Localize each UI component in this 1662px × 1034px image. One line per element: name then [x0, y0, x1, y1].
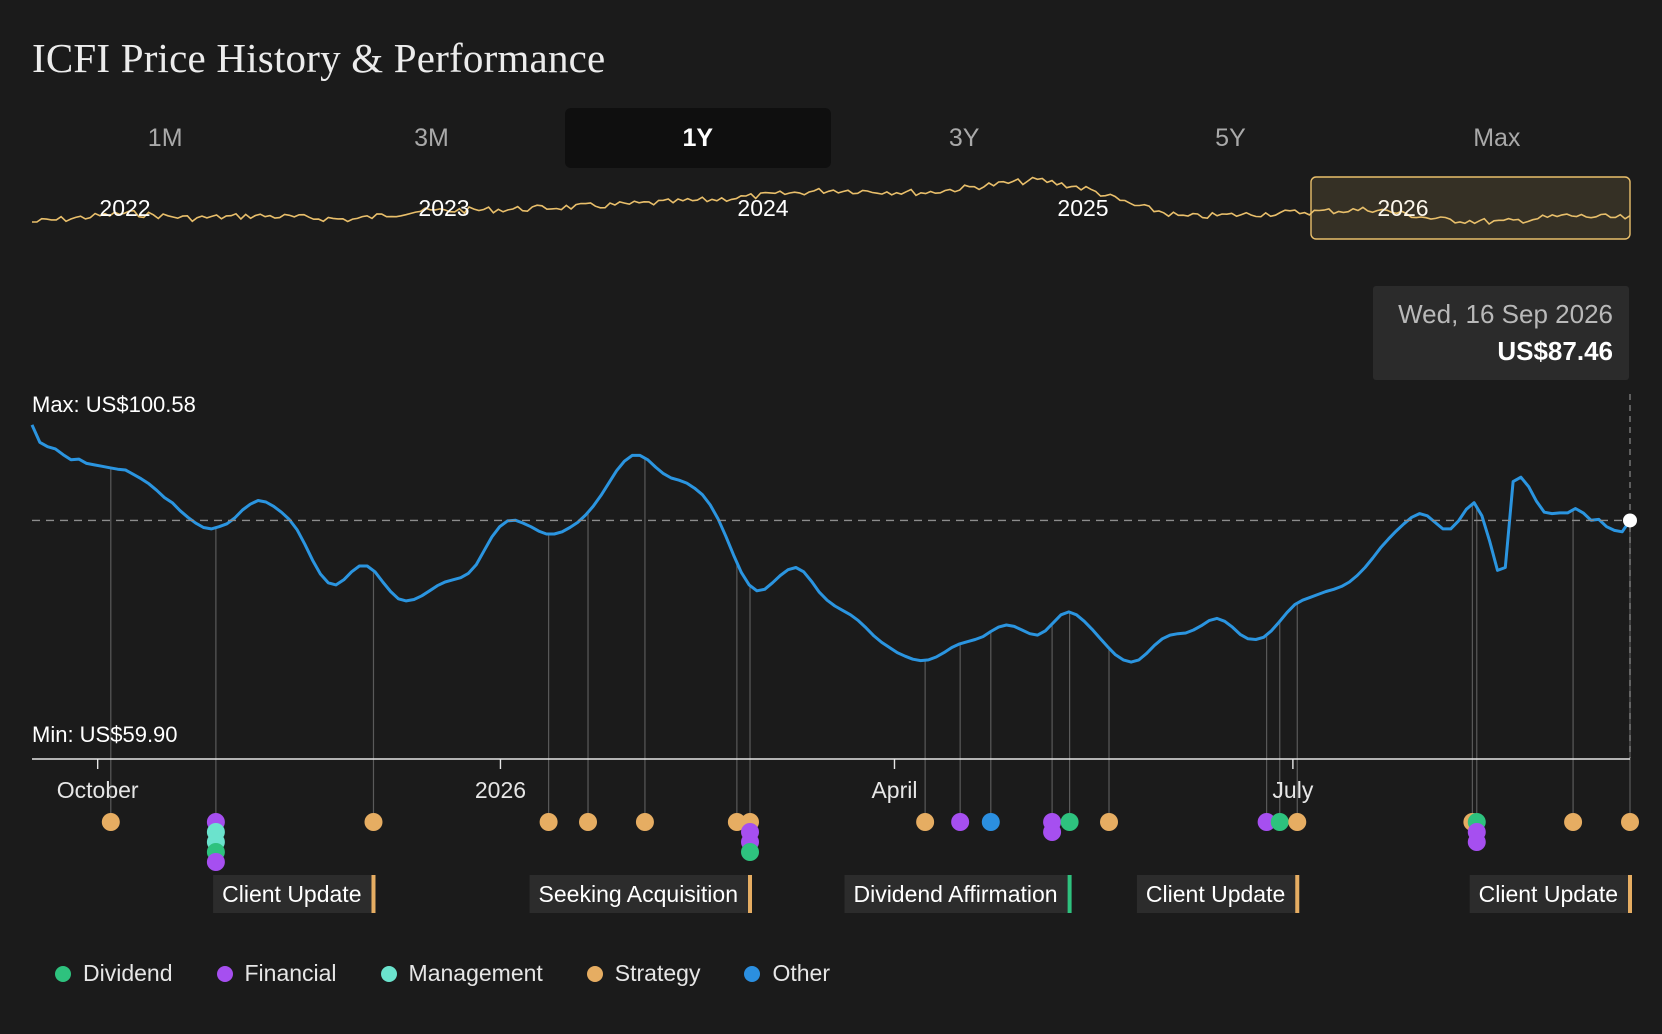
event-dot-strategy — [1100, 813, 1119, 831]
legend-label-management: Management — [408, 960, 543, 986]
event-label: Client Update — [1479, 881, 1618, 907]
legend-item-financial[interactable]: Financial — [216, 960, 337, 987]
event-dot-strategy — [579, 813, 598, 831]
event-dot-other — [981, 813, 1000, 831]
max-label: Max: US$100.58 — [32, 392, 196, 417]
legend-item-management[interactable]: Management — [380, 960, 543, 987]
price-chart[interactable]: 2022 2023 2024 2025 2026 Max: US$100.58 Min: U… — [0, 0, 1662, 1034]
overview-year-label: 2022 — [99, 195, 150, 221]
event-dot-strategy — [1288, 813, 1307, 831]
event-dot-dividend — [1270, 813, 1289, 831]
event-label-accent — [1067, 875, 1072, 913]
price-line — [30, 424, 1632, 664]
event-dot-strategy — [1564, 813, 1583, 831]
event-dot-strategy — [1621, 813, 1639, 831]
tooltip-price: US$87.46 — [1497, 336, 1613, 366]
event-label: Seeking Acquisition — [539, 881, 738, 907]
event-label: Client Update — [1146, 881, 1285, 907]
event-dot-strategy — [539, 813, 558, 831]
event-label: Client Update — [222, 881, 361, 907]
tooltip-date: Wed, 16 Sep 2026 — [1398, 299, 1613, 329]
legend-dot-management — [380, 965, 397, 982]
x-tick-label: October — [57, 777, 139, 803]
event-dot-strategy — [916, 813, 935, 831]
overview-year-label: 2023 — [418, 195, 469, 221]
x-tick-label: July — [1272, 777, 1313, 803]
x-tick-label: April — [871, 777, 917, 803]
event-dot-strategy — [635, 813, 654, 831]
event-label: Dividend Affirmation — [853, 881, 1057, 907]
price-tooltip: Wed, 16 Sep 2026 US$87.46 — [1373, 286, 1629, 380]
overview-year-label: 2025 — [1057, 195, 1108, 221]
legend-item-other[interactable]: Other — [744, 960, 830, 987]
event-dot-financial — [1043, 823, 1062, 841]
event-label-accent — [1295, 875, 1300, 913]
legend-dot-other — [744, 965, 761, 982]
legend-label-strategy: Strategy — [614, 960, 701, 986]
legend-item-strategy[interactable]: Strategy — [586, 960, 701, 987]
event-label-accent — [748, 875, 753, 913]
overview-year-label: 2024 — [737, 195, 788, 221]
legend: Dividend Financial Management Strategy O… — [55, 960, 874, 987]
event-dot-dividend — [741, 843, 760, 861]
event-dot-strategy — [101, 813, 120, 831]
legend-label-financial: Financial — [244, 960, 337, 986]
legend-label-dividend: Dividend — [83, 960, 173, 986]
legend-dot-strategy — [586, 965, 603, 982]
event-dot-financial — [1467, 833, 1486, 851]
overview-selection-window — [1310, 176, 1631, 240]
x-tick-label: 2026 — [475, 777, 526, 803]
event-dot-strategy — [364, 813, 383, 831]
event-dot-financial — [951, 813, 970, 831]
legend-label-other: Other — [772, 960, 830, 986]
legend-item-dividend[interactable]: Dividend — [55, 960, 173, 987]
event-dot-dividend — [1060, 813, 1079, 831]
legend-dot-dividend — [55, 965, 71, 982]
cursor-point — [1623, 513, 1637, 528]
event-dot-financial — [206, 853, 225, 871]
event-label-accent — [1628, 875, 1632, 913]
event-label-accent — [371, 875, 376, 913]
min-label: Min: US$59.90 — [32, 722, 178, 747]
legend-dot-financial — [216, 965, 233, 982]
